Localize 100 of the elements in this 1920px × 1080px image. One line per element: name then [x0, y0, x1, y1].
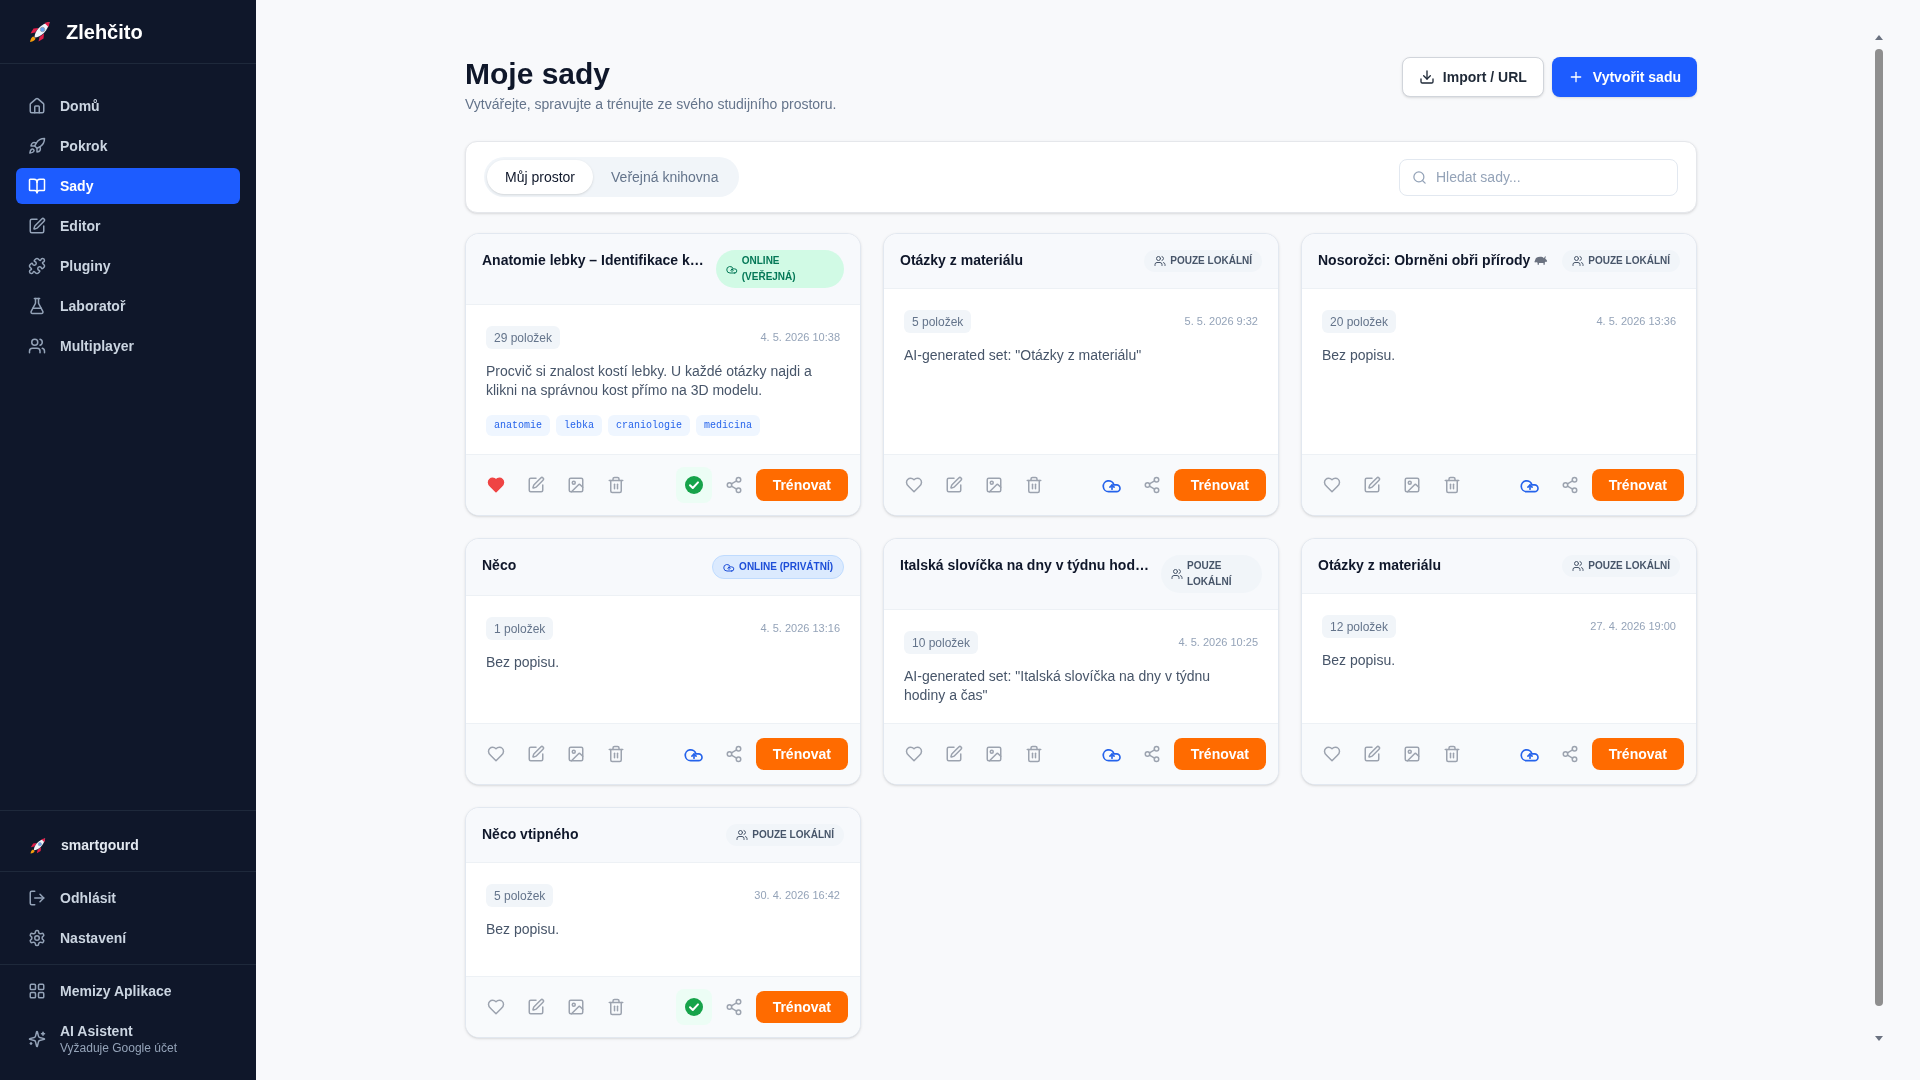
- rocket-icon: [28, 137, 46, 155]
- app-logo-text: Zlehčito: [66, 19, 143, 45]
- sparkles-icon: [28, 1030, 46, 1048]
- sidebar-item[interactable]: AI Asistent Vyžaduje Google účet: [16, 1013, 240, 1065]
- tag[interactable]: craniologie: [608, 415, 691, 436]
- card-title: Anatomie lebky – Identifikace k…: [482, 251, 704, 270]
- heart-icon[interactable]: [905, 745, 923, 763]
- grid-icon: [28, 982, 46, 1000]
- trash-icon[interactable]: [1025, 476, 1043, 494]
- tag[interactable]: anatomie: [486, 415, 550, 436]
- status-label: ONLINE (VEŘEJNÁ): [741, 254, 797, 284]
- train-button[interactable]: Trénovat: [755, 991, 848, 1023]
- trash-icon[interactable]: [607, 476, 625, 494]
- set-description: Bez popisu.: [1322, 651, 1397, 670]
- book-icon: [28, 177, 46, 195]
- share-icon[interactable]: [724, 476, 743, 494]
- users-icon: [1154, 255, 1167, 267]
- status-label: POUZE LOKÁLNÍ: [1170, 253, 1252, 268]
- status-label: ONLINE (PRIVÁTNÍ): [739, 559, 833, 574]
- heart-icon[interactable]: [1323, 745, 1341, 763]
- share-icon[interactable]: [724, 998, 743, 1016]
- edit-icon[interactable]: [1363, 476, 1381, 494]
- rocket-icon: [28, 19, 52, 44]
- card-title: Otázky z materiálu: [1318, 556, 1441, 575]
- date-label: 4. 5. 2026 13:16: [760, 621, 840, 637]
- trash-icon[interactable]: [1443, 745, 1461, 763]
- sidebar-item[interactable]: Nastavení: [16, 920, 240, 956]
- check-icon[interactable]: [675, 467, 712, 503]
- heart-icon[interactable]: [487, 745, 505, 763]
- sidebar-item[interactable]: Laboratoř: [16, 288, 240, 324]
- share-icon[interactable]: [724, 745, 743, 763]
- tab[interactable]: Můj prostor: [487, 160, 594, 194]
- image-icon[interactable]: [567, 476, 585, 494]
- heart-icon[interactable]: [905, 476, 923, 494]
- sidebar-item[interactable]: Pokrok: [16, 128, 240, 164]
- share-icon[interactable]: [1560, 745, 1579, 763]
- sidebar-item[interactable]: Domů: [16, 88, 240, 124]
- train-button[interactable]: Trénovat: [755, 738, 848, 770]
- image-icon[interactable]: [985, 476, 1003, 494]
- edit-icon[interactable]: [527, 998, 545, 1016]
- train-button[interactable]: Trénovat: [1591, 469, 1684, 501]
- users-icon: [1572, 560, 1585, 572]
- trash-icon[interactable]: [607, 745, 625, 763]
- import-button[interactable]: Import / URL: [1401, 57, 1544, 97]
- caret-up-icon[interactable]: [1875, 35, 1883, 40]
- edit-icon[interactable]: [527, 745, 545, 763]
- train-button[interactable]: Trénovat: [1173, 738, 1266, 770]
- sidebar-item[interactable]: Memizy Aplikace: [16, 973, 240, 1009]
- image-icon[interactable]: [567, 998, 585, 1016]
- share-icon[interactable]: [1560, 476, 1579, 494]
- trash-icon[interactable]: [1443, 476, 1461, 494]
- tag[interactable]: lebka: [556, 415, 603, 436]
- download-icon: [1418, 69, 1435, 85]
- item-count: 10 položek: [904, 631, 979, 654]
- sidebar-item[interactable]: Editor: [16, 208, 240, 244]
- user-name: smartgourd: [61, 836, 139, 855]
- train-button[interactable]: Trénovat: [755, 469, 848, 501]
- edit-icon[interactable]: [527, 476, 545, 494]
- check-icon[interactable]: [675, 989, 712, 1025]
- image-icon[interactable]: [1403, 745, 1421, 763]
- scrollbar-thumb[interactable]: [1875, 49, 1883, 1006]
- caret-down-icon[interactable]: [1875, 1036, 1883, 1041]
- date-label: 27. 4. 2026 19:00: [1590, 619, 1676, 635]
- heart-icon[interactable]: [487, 998, 505, 1016]
- item-count: 12 položek: [1322, 615, 1397, 638]
- sidebar-item[interactable]: Sady: [16, 168, 240, 204]
- house-icon: [28, 97, 46, 115]
- image-icon[interactable]: [567, 745, 585, 763]
- trash-icon[interactable]: [1025, 745, 1043, 763]
- edit-icon[interactable]: [1363, 745, 1381, 763]
- share-icon[interactable]: [1142, 745, 1161, 763]
- share-icon[interactable]: [1142, 476, 1161, 494]
- set-description: Bez popisu.: [1322, 346, 1397, 365]
- image-icon[interactable]: [985, 745, 1003, 763]
- search-field[interactable]: Hledat sady...: [1399, 158, 1678, 196]
- create-button[interactable]: Vytvořit sadu: [1551, 57, 1697, 97]
- puzzle-icon: [28, 257, 46, 275]
- rocket-icon: [29, 836, 47, 855]
- heart-icon[interactable]: [1323, 476, 1341, 494]
- users-icon: [1572, 255, 1585, 267]
- set-description: AI-generated set: "Otázky z materiálu": [904, 346, 1143, 365]
- cloud-upload-icon: [725, 263, 738, 275]
- card-title: Něco: [482, 556, 517, 575]
- heart-icon[interactable]: [487, 476, 505, 494]
- tab[interactable]: Veřejná knihovna: [593, 160, 737, 194]
- edit-icon[interactable]: [945, 745, 963, 763]
- users-icon: [736, 829, 749, 841]
- edit-icon[interactable]: [945, 476, 963, 494]
- date-label: 5. 5. 2026 9:32: [1184, 314, 1258, 330]
- sidebar-item[interactable]: Pluginy: [16, 248, 240, 284]
- train-button[interactable]: Trénovat: [1591, 738, 1684, 770]
- train-button[interactable]: Trénovat: [1173, 469, 1266, 501]
- sidebar-item[interactable]: Odhlásit: [16, 880, 240, 916]
- tag[interactable]: medicina: [696, 415, 761, 436]
- image-icon[interactable]: [1403, 476, 1421, 494]
- sidebar-item[interactable]: Multiplayer: [16, 328, 240, 364]
- status-label: POUZE LOKÁLNÍ: [1186, 559, 1233, 589]
- set-description: AI-generated set: "Italská slovíčka na dny v týdnu hodiny a čas": [904, 667, 1212, 705]
- trash-icon[interactable]: [607, 998, 625, 1016]
- item-count: 5 položek: [904, 310, 972, 333]
